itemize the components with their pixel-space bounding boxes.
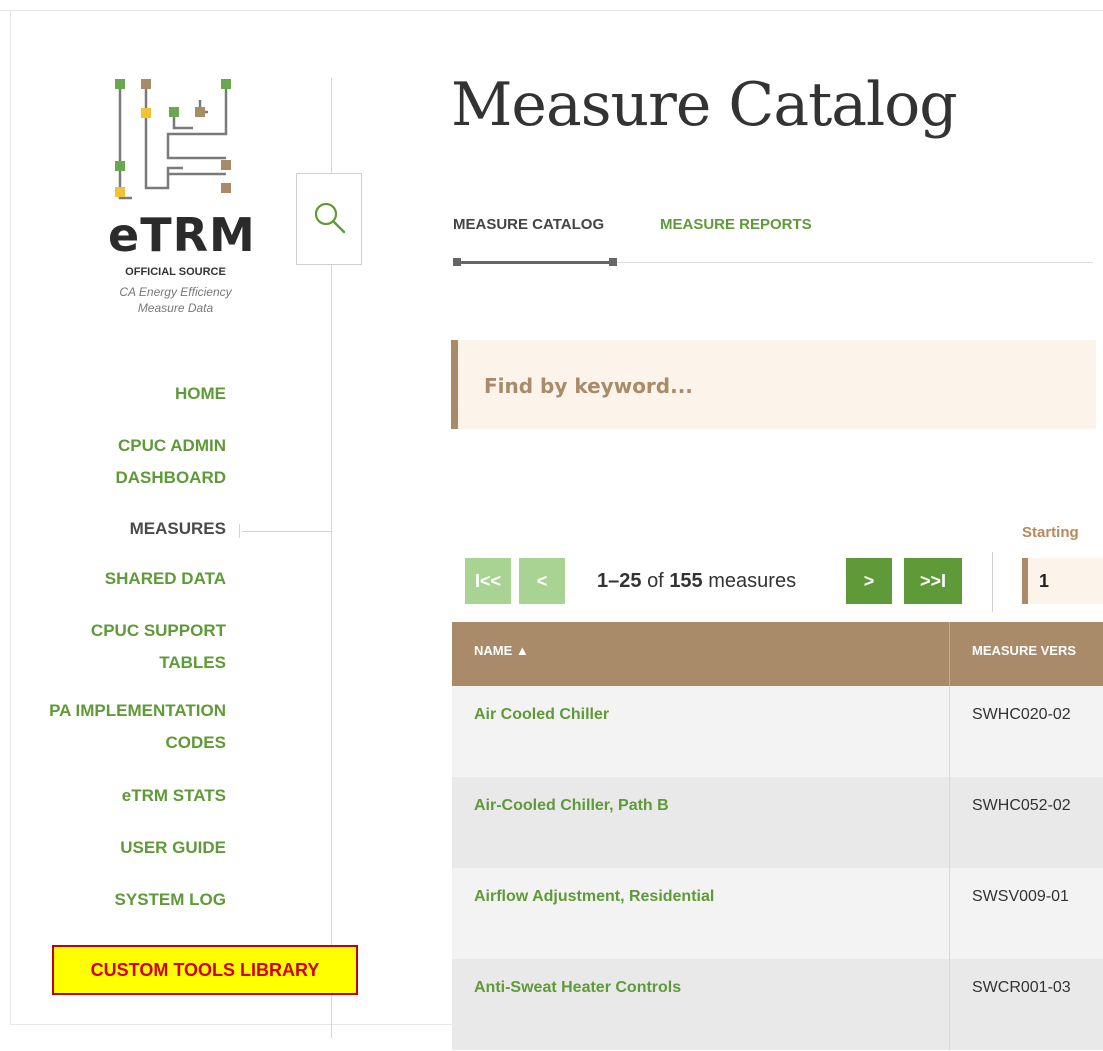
- sidebar-item-cpuc-admin-dashboard[interactable]: CPUC ADMIN DASHBOARD: [0, 430, 227, 494]
- column-header-name[interactable]: NAME ▲: [474, 622, 944, 686]
- active-tab-indicator-end: [609, 258, 617, 266]
- active-tab-indicator: [455, 261, 613, 264]
- last-page-icon: >>I: [919, 571, 947, 591]
- keyword-search-field[interactable]: [451, 340, 1096, 429]
- sidebar-item-label: CPUC SUPPORT: [90, 621, 226, 640]
- pagination-count: 1–25 of 155 measures: [597, 570, 796, 593]
- sidebar-item-label: USER GUIDE: [120, 838, 226, 857]
- sidebar-item-label: SYSTEM LOG: [114, 890, 226, 909]
- sidebar-item-system-log[interactable]: SYSTEM LOG: [0, 884, 226, 916]
- last-page-button[interactable]: >>I: [904, 558, 962, 604]
- pagination-total: 155: [669, 570, 703, 592]
- tab-measure-catalog[interactable]: MEASURE CATALOG: [453, 216, 604, 233]
- sidebar-search-button[interactable]: [296, 173, 362, 265]
- measure-name-link[interactable]: Air-Cooled Chiller, Path B: [474, 797, 669, 815]
- cell-divider: [949, 868, 950, 959]
- sidebar-item-label: SHARED DATA: [104, 569, 226, 588]
- logo-circuit-graphic: [115, 79, 231, 200]
- search-icon: [314, 202, 346, 234]
- sidebar-item-cpuc-support-tables[interactable]: CPUC SUPPORT TABLES: [0, 615, 226, 679]
- measure-version: SWHC020-02: [972, 706, 1071, 723]
- cell-divider: [949, 959, 950, 1050]
- sidebar-item-label-line2: TABLES: [159, 653, 226, 672]
- sidebar-item-user-guide[interactable]: USER GUIDE: [0, 832, 226, 864]
- table-row: Airflow Adjustment, Residential SWSV009-…: [452, 868, 1103, 959]
- pagination-separator: [992, 552, 993, 612]
- sidebar-item-label-line2: CODES: [165, 733, 226, 752]
- first-page-icon: I<<: [474, 571, 502, 591]
- etrm-logo[interactable]: eTRM OFFICIAL SOURCE CA Energy Efficienc…: [108, 78, 256, 323]
- table-row: Air-Cooled Chiller, Path B SWHC052-02: [452, 777, 1103, 868]
- sidebar-item-measures[interactable]: MEASURES: [0, 513, 226, 545]
- measure-name-link[interactable]: Air Cooled Chiller: [474, 706, 609, 724]
- cell-divider: [949, 686, 950, 777]
- next-page-button[interactable]: >: [846, 558, 892, 604]
- pagination-unit: measures: [708, 570, 797, 592]
- logo-tagline: CA Energy Efficiency Measure Data: [100, 284, 251, 316]
- logo-tagline-line1: CA Energy Efficiency: [119, 285, 232, 299]
- starting-index-input[interactable]: 1: [1022, 558, 1103, 604]
- measure-version: SWSV009-01: [972, 888, 1069, 905]
- measure-name-link[interactable]: Anti-Sweat Heater Controls: [474, 979, 681, 997]
- next-page-icon: >: [863, 571, 875, 591]
- custom-tools-library-button[interactable]: CUSTOM TOOLS LIBRARY: [52, 945, 358, 995]
- sidebar-item-shared-data[interactable]: SHARED DATA: [0, 563, 226, 595]
- sidebar-item-label: MEASURES: [129, 519, 226, 538]
- measure-name-link[interactable]: Airflow Adjustment, Residential: [474, 888, 714, 906]
- prev-page-icon: <: [536, 571, 548, 591]
- sidebar-item-pa-implementation-codes[interactable]: PA IMPLEMENTATION CODES: [0, 695, 226, 759]
- prev-page-button[interactable]: <: [519, 558, 565, 604]
- measure-version: SWCR001-03: [972, 979, 1071, 996]
- logo-tagline-line2: Measure Data: [137, 301, 214, 315]
- sidebar-item-label: PA IMPLEMENTATION: [49, 701, 226, 720]
- cell-divider: [949, 777, 950, 868]
- logo-official-source: OFFICIAL SOURCE: [125, 266, 226, 278]
- first-page-button[interactable]: I<<: [465, 558, 511, 604]
- measure-version: SWHC052-02: [972, 797, 1071, 814]
- keyword-search-input[interactable]: [482, 370, 1066, 402]
- tab-measure-reports[interactable]: MEASURE REPORTS: [660, 216, 812, 233]
- active-nav-tick-start: [239, 524, 240, 538]
- sidebar-item-label: CPUC ADMIN: [118, 436, 226, 455]
- sidebar-item-home[interactable]: HOME: [0, 378, 226, 410]
- pagination-of: of: [647, 570, 664, 592]
- pagination-range: 1–25: [597, 570, 642, 592]
- frame-top-border: [0, 10, 1103, 11]
- sidebar-item-label: eTRM STATS: [121, 786, 226, 805]
- sidebar-item-label: HOME: [175, 384, 226, 403]
- active-nav-connector: [242, 531, 332, 532]
- column-header-measure-version[interactable]: MEASURE VERS: [972, 622, 1103, 686]
- table-header: NAME ▲ MEASURE VERS: [452, 622, 1103, 686]
- sidebar-item-etrm-stats[interactable]: eTRM STATS: [0, 780, 226, 812]
- header-column-divider: [949, 622, 950, 686]
- sidebar-item-label-line2: DASHBOARD: [115, 468, 227, 487]
- logo-wordmark: eTRM: [108, 208, 256, 262]
- active-tab-indicator-start: [453, 258, 461, 266]
- starting-label: Starting: [1022, 524, 1079, 541]
- table-row: Air Cooled Chiller SWHC020-02: [452, 686, 1103, 777]
- table-row: Anti-Sweat Heater Controls SWCR001-03: [452, 959, 1103, 1050]
- page-title: Measure Catalog: [451, 70, 958, 140]
